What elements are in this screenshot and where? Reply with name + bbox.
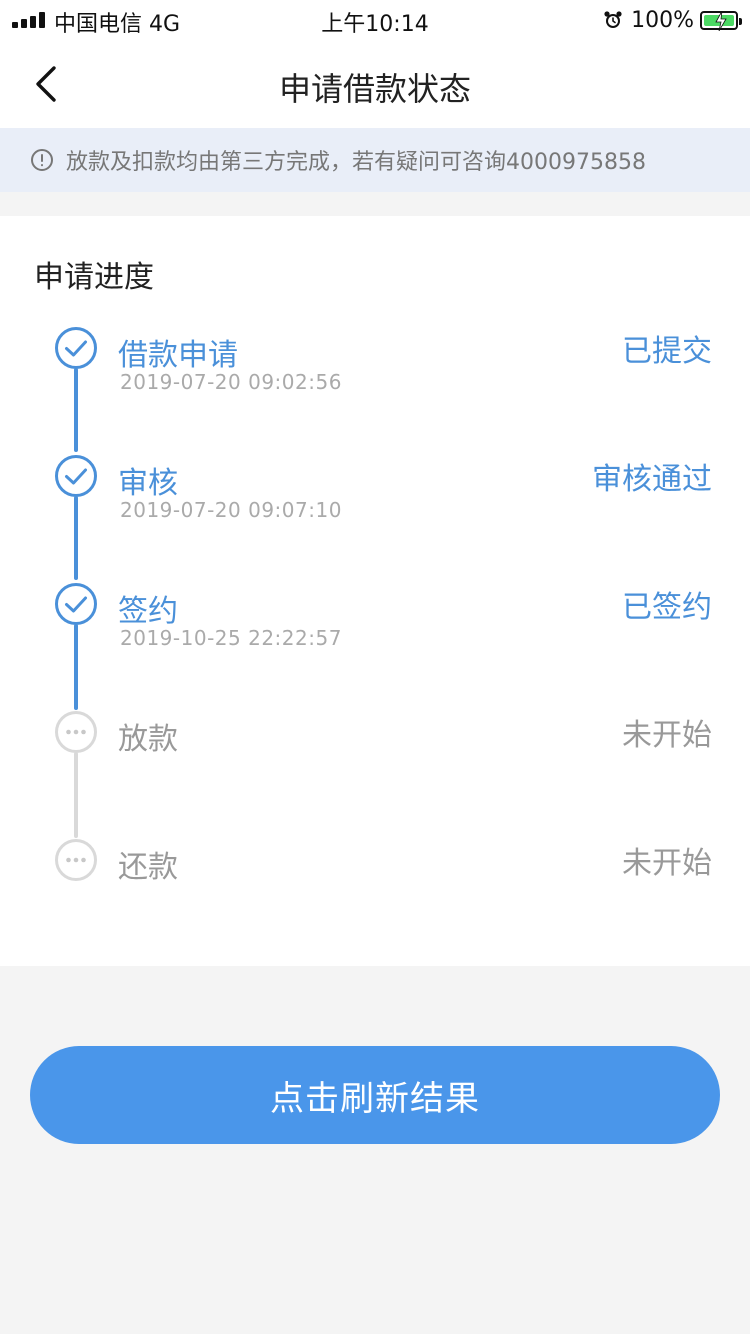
progress-step: 审核 2019-07-20 09:07:10 审核通过: [0, 454, 750, 534]
step-name: 签约: [118, 594, 178, 629]
progress-card: 申请进度 借款申请 2019-07-20 09:02:56 已提交 审核 201…: [0, 216, 750, 966]
check-circle-icon: [55, 327, 97, 369]
status-bar: 中国电信 4G 上午10:14 100%: [0, 0, 750, 40]
step-status: 已签约: [622, 590, 712, 625]
step-name: 借款申请: [118, 338, 238, 373]
step-status: 未开始: [622, 846, 712, 881]
step-name: 审核: [118, 466, 178, 501]
progress-step: 借款申请 2019-07-20 09:02:56 已提交: [0, 326, 750, 406]
battery-icon: [700, 10, 742, 31]
notice-text: 放款及扣款均由第三方完成，若有疑问可咨询4000975858: [66, 150, 646, 175]
alarm-icon: [604, 11, 622, 28]
more-dots-icon: [55, 839, 97, 881]
nav-bar: 申请借款状态: [0, 40, 750, 128]
step-time: 2019-10-25 22:22:57: [120, 626, 342, 650]
info-icon: [31, 149, 53, 171]
battery-percent: 100%: [631, 7, 694, 33]
step-name: 还款: [118, 850, 178, 885]
more-dots-icon: [55, 711, 97, 753]
progress-step: 放款 未开始: [0, 710, 750, 790]
check-circle-icon: [55, 583, 97, 625]
step-time: 2019-07-20 09:02:56: [120, 370, 342, 394]
step-status: 已提交: [622, 334, 712, 369]
page-title: 申请借款状态: [278, 70, 471, 108]
step-name: 放款: [118, 722, 178, 757]
progress-step: 签约 2019-10-25 22:22:57 已签约: [0, 582, 750, 662]
progress-title: 申请进度: [34, 260, 154, 295]
step-status: 未开始: [622, 718, 712, 753]
notice-bar: 放款及扣款均由第三方完成，若有疑问可咨询4000975858: [0, 128, 750, 192]
refresh-result-button[interactable]: 点击刷新结果: [30, 1046, 720, 1144]
progress-step: 还款 未开始: [0, 838, 750, 918]
check-circle-icon: [55, 455, 97, 497]
step-status: 审核通过: [592, 462, 712, 497]
step-time: 2019-07-20 09:07:10: [120, 498, 342, 522]
